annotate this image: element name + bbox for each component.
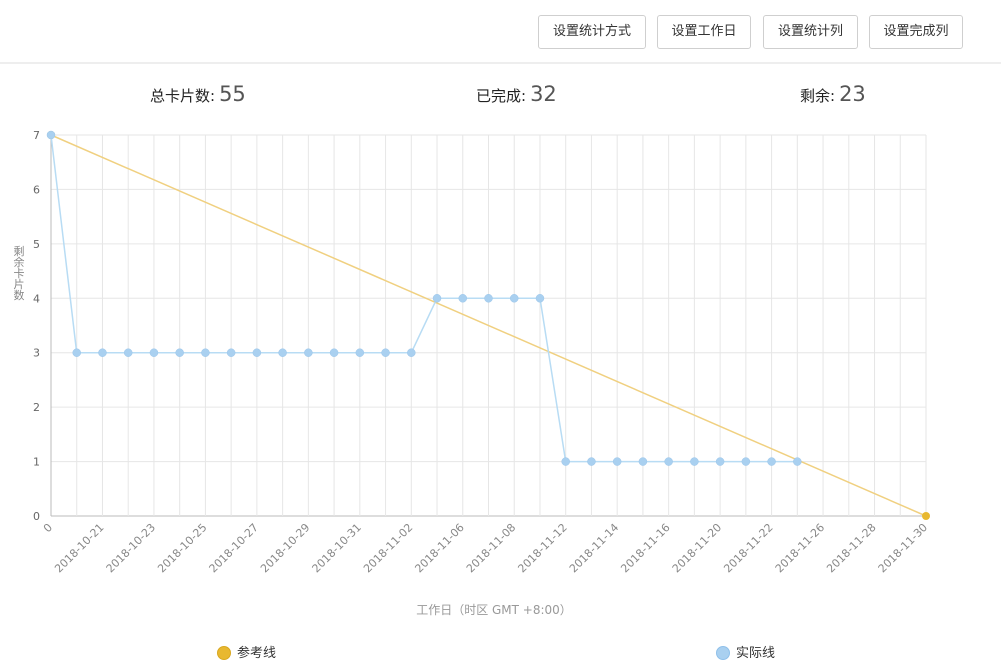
x-tick-label: 2018-11-22 [721, 521, 775, 575]
x-tick-label: 2018-10-23 [104, 521, 158, 575]
x-tick-label: 2018-11-06 [412, 521, 466, 575]
total-cards-label: 总卡片数: [150, 87, 216, 105]
actual-point[interactable] [72, 348, 81, 357]
x-tick-label: 2018-10-31 [310, 521, 364, 575]
set-stat-method-button[interactable]: 设置统计方式 [538, 15, 646, 49]
burndown-chart: 01234567 02018-10-212018-10-232018-10-25… [14, 129, 931, 617]
y-tick-label: 6 [33, 183, 40, 196]
legend-actual-label: 实际线 [736, 646, 776, 661]
actual-point[interactable] [278, 348, 287, 357]
reference-point[interactable] [922, 512, 930, 520]
actual-point[interactable] [329, 348, 339, 357]
x-axis-ticks: 02018-10-212018-10-232018-10-252018-10-2… [41, 521, 930, 575]
set-done-column-button[interactable]: 设置完成列 [869, 15, 963, 49]
actual-point[interactable] [46, 130, 56, 140]
y-axis-label-char: 数 [14, 289, 25, 302]
total-cards-value: 55 [219, 82, 246, 106]
actual-point[interactable] [123, 348, 133, 357]
x-tick-label: 2018-10-29 [258, 521, 312, 575]
y-tick-label: 2 [33, 401, 40, 414]
y-axis-label: 剩余卡片数 [14, 245, 25, 302]
actual-point[interactable] [226, 348, 236, 357]
done-cards-stat: 已完成: 32 [476, 82, 557, 106]
done-cards-value: 32 [530, 82, 557, 106]
legend-reference-swatch [217, 646, 231, 660]
x-tick-label: 2018-11-12 [515, 521, 569, 575]
actual-point[interactable] [252, 348, 262, 357]
x-tick-label: 2018-10-25 [155, 521, 209, 575]
actual-point[interactable] [407, 348, 416, 357]
set-stat-columns-button[interactable]: 设置统计列 [763, 15, 858, 49]
actual-point[interactable] [432, 294, 442, 303]
x-tick-label: 2018-11-08 [464, 521, 518, 575]
actual-point[interactable] [793, 457, 802, 466]
actual-point[interactable] [638, 457, 648, 466]
legend-item-reference[interactable]: 参考线 [217, 642, 276, 661]
actual-point[interactable] [201, 348, 210, 357]
x-tick-label: 2018-11-20 [670, 521, 724, 575]
actual-point[interactable] [664, 457, 673, 466]
remaining-cards-stat: 剩余: 23 [800, 82, 866, 106]
actual-point[interactable] [355, 348, 365, 357]
done-cards-label: 已完成: [476, 87, 527, 105]
legend-item-actual[interactable]: 实际线 [716, 642, 775, 661]
actual-point[interactable] [484, 294, 493, 303]
actual-point[interactable] [458, 294, 468, 303]
x-tick-label: 2018-11-28 [824, 521, 878, 575]
toolbar: 设置统计方式 设置工作日 设置统计列 设置完成列 [0, 0, 1001, 64]
y-axis-ticks: 0 1 2 3 4 5 6 7 [33, 129, 40, 523]
x-tick-label: 2018-11-16 [618, 521, 672, 575]
y-tick-label: 4 [33, 292, 40, 305]
actual-point[interactable] [509, 294, 519, 303]
legend-actual-swatch [716, 646, 730, 660]
x-tick-label: 2018-11-26 [773, 521, 827, 575]
remaining-cards-label: 剩余: [800, 87, 836, 105]
x-tick-label: 2018-11-14 [567, 521, 621, 575]
actual-point[interactable] [175, 348, 184, 357]
y-tick-label: 3 [33, 347, 40, 360]
x-tick-label: 0 [41, 521, 55, 535]
actual-point[interactable] [149, 348, 159, 357]
y-tick-label: 1 [33, 456, 40, 469]
legend-reference-label: 参考线 [237, 646, 277, 661]
actual-point[interactable] [561, 457, 570, 466]
y-tick-label: 5 [33, 238, 40, 251]
actual-point[interactable] [767, 457, 776, 466]
actual-point[interactable] [381, 348, 390, 357]
x-tick-label: 2018-10-21 [52, 521, 106, 575]
actual-point[interactable] [98, 348, 107, 357]
actual-point[interactable] [535, 294, 545, 303]
total-cards-stat: 总卡片数: 55 [150, 82, 246, 106]
x-tick-label: 2018-11-30 [876, 521, 930, 575]
y-tick-label: 0 [33, 510, 40, 523]
actual-point[interactable] [304, 348, 313, 357]
actual-point[interactable] [587, 457, 596, 466]
x-axis-label: 工作日（时区 GMT +8:00） [416, 603, 572, 617]
y-tick-label: 7 [33, 129, 40, 142]
actual-point[interactable] [715, 457, 725, 466]
actual-point[interactable] [612, 457, 622, 466]
set-workdays-button[interactable]: 设置工作日 [657, 15, 751, 49]
actual-point[interactable] [690, 457, 699, 466]
x-tick-label: 2018-10-27 [207, 521, 261, 575]
actual-point[interactable] [741, 457, 751, 466]
x-tick-label: 2018-11-02 [361, 521, 415, 575]
remaining-cards-value: 23 [839, 82, 866, 106]
